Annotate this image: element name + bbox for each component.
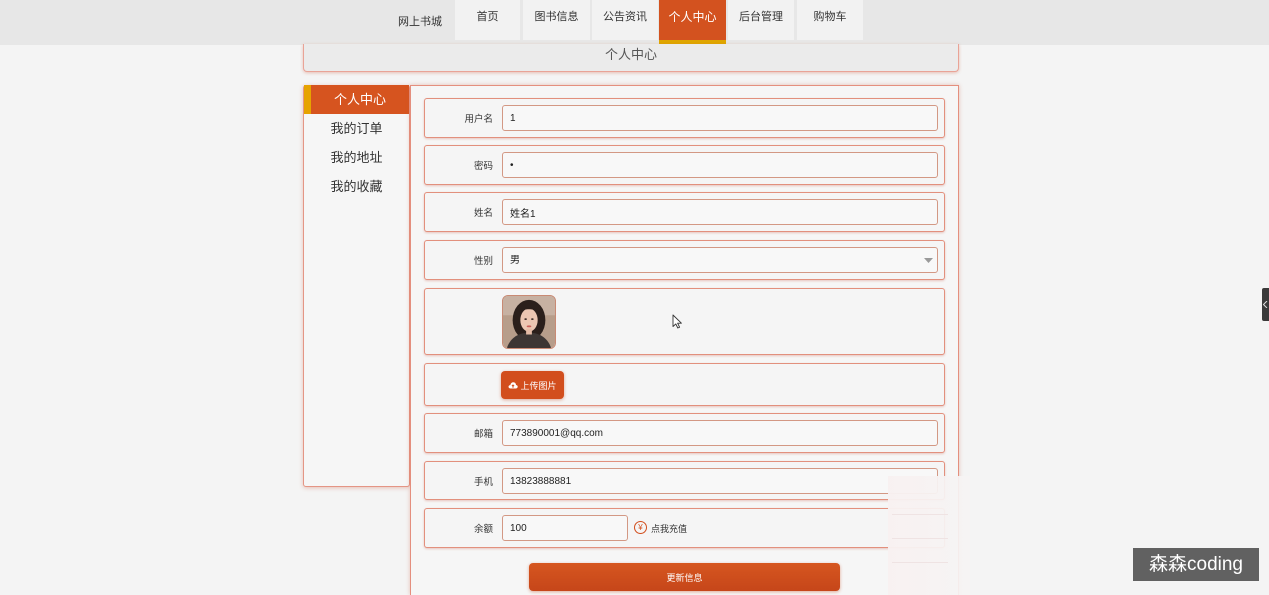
name-label: 姓名 bbox=[473, 208, 493, 219]
profile-form-panel: 用户名 密码 姓名 性别 男 bbox=[410, 85, 959, 595]
mouse-cursor-icon bbox=[672, 314, 682, 329]
sidebar-item-addresses[interactable]: 我的地址 bbox=[304, 143, 409, 172]
overlay-line bbox=[892, 514, 948, 515]
nav-item-label: 购物车 bbox=[813, 11, 847, 23]
nav-item-label: 个人中心 bbox=[668, 10, 717, 24]
phone-input[interactable] bbox=[502, 468, 938, 494]
nav-item-admin[interactable]: 后台管理 bbox=[728, 0, 794, 40]
overlay-line bbox=[892, 562, 948, 563]
update-info-button[interactable]: 更新信息 bbox=[529, 563, 840, 591]
sidebar-item-label: 个人中心 bbox=[333, 92, 386, 107]
name-input[interactable] bbox=[502, 199, 938, 225]
sidebar-item-orders[interactable]: 我的订单 bbox=[304, 114, 409, 143]
nav-item-label: 首页 bbox=[476, 11, 499, 23]
username-label: 用户名 bbox=[464, 114, 493, 125]
gender-label: 性别 bbox=[473, 256, 493, 267]
chevron-down-icon bbox=[924, 258, 933, 263]
cloud-upload-icon bbox=[509, 382, 519, 389]
recharge-link[interactable]: 点我充值 bbox=[651, 509, 687, 547]
form-row-balance: 余额 ¥ 点我充值 bbox=[424, 508, 945, 548]
nav-item-label: 后台管理 bbox=[739, 11, 783, 23]
nav-item-home[interactable]: 首页 bbox=[455, 0, 520, 40]
username-input[interactable] bbox=[502, 105, 938, 131]
form-row-gender: 性别 男 bbox=[424, 240, 945, 280]
avatar-image bbox=[502, 295, 556, 349]
sidebar-active-indicator bbox=[304, 85, 311, 114]
yen-icon[interactable]: ¥ bbox=[634, 521, 647, 534]
faded-popup-overlay bbox=[888, 476, 970, 595]
password-label: 密码 bbox=[473, 161, 493, 172]
form-row-phone: 手机 bbox=[424, 461, 945, 500]
form-row-name: 姓名 bbox=[424, 192, 945, 232]
sidebar: 个人中心 我的订单 我的地址 我的收藏 bbox=[303, 85, 410, 487]
site-brand[interactable]: 网上书城 bbox=[398, 13, 442, 29]
chevron-left-icon bbox=[1263, 301, 1268, 308]
nav-item-books[interactable]: 图书信息 bbox=[523, 0, 590, 40]
avatar-photo-icon bbox=[503, 296, 555, 348]
balance-label: 余额 bbox=[473, 524, 493, 535]
nav-item-personal-center[interactable]: 个人中心 bbox=[659, 0, 726, 45]
nav-item-label: 图书信息 bbox=[534, 11, 579, 23]
form-row-username: 用户名 bbox=[424, 98, 945, 138]
email-label: 邮箱 bbox=[473, 429, 493, 440]
page-title-text: 个人中心 bbox=[604, 47, 657, 62]
nav-item-cart[interactable]: 购物车 bbox=[797, 0, 863, 40]
upload-image-button[interactable]: 上传图片 bbox=[501, 371, 564, 399]
balance-input[interactable] bbox=[502, 515, 628, 541]
side-collapse-tab[interactable] bbox=[1262, 288, 1269, 321]
upload-button-label: 上传图片 bbox=[520, 380, 557, 391]
form-row-upload: 上传图片 bbox=[424, 363, 945, 406]
form-row-avatar bbox=[424, 288, 945, 355]
sidebar-item-favorites[interactable]: 我的收藏 bbox=[304, 172, 409, 201]
sidebar-item-personal-center[interactable]: 个人中心 bbox=[304, 85, 409, 114]
gender-select[interactable]: 男 bbox=[502, 247, 938, 273]
page-title: 个人中心 bbox=[303, 44, 959, 72]
sidebar-item-label: 我的地址 bbox=[330, 150, 383, 165]
top-nav-bar: 网上书城 首页 图书信息 公告资讯 个人中心 后台管理 购物车 bbox=[0, 0, 1269, 45]
nav-item-news[interactable]: 公告资讯 bbox=[592, 0, 658, 40]
phone-label: 手机 bbox=[473, 476, 493, 488]
sidebar-item-label: 我的收藏 bbox=[330, 179, 383, 194]
sidebar-item-label: 我的订单 bbox=[330, 121, 383, 136]
form-row-password: 密码 bbox=[424, 145, 945, 185]
form-row-email: 邮箱 bbox=[424, 413, 945, 453]
password-input[interactable] bbox=[502, 152, 938, 178]
watermark: 森森coding bbox=[1133, 548, 1259, 581]
email-input[interactable] bbox=[502, 420, 938, 446]
nav-item-label: 公告资讯 bbox=[603, 11, 647, 23]
overlay-line bbox=[892, 538, 948, 539]
